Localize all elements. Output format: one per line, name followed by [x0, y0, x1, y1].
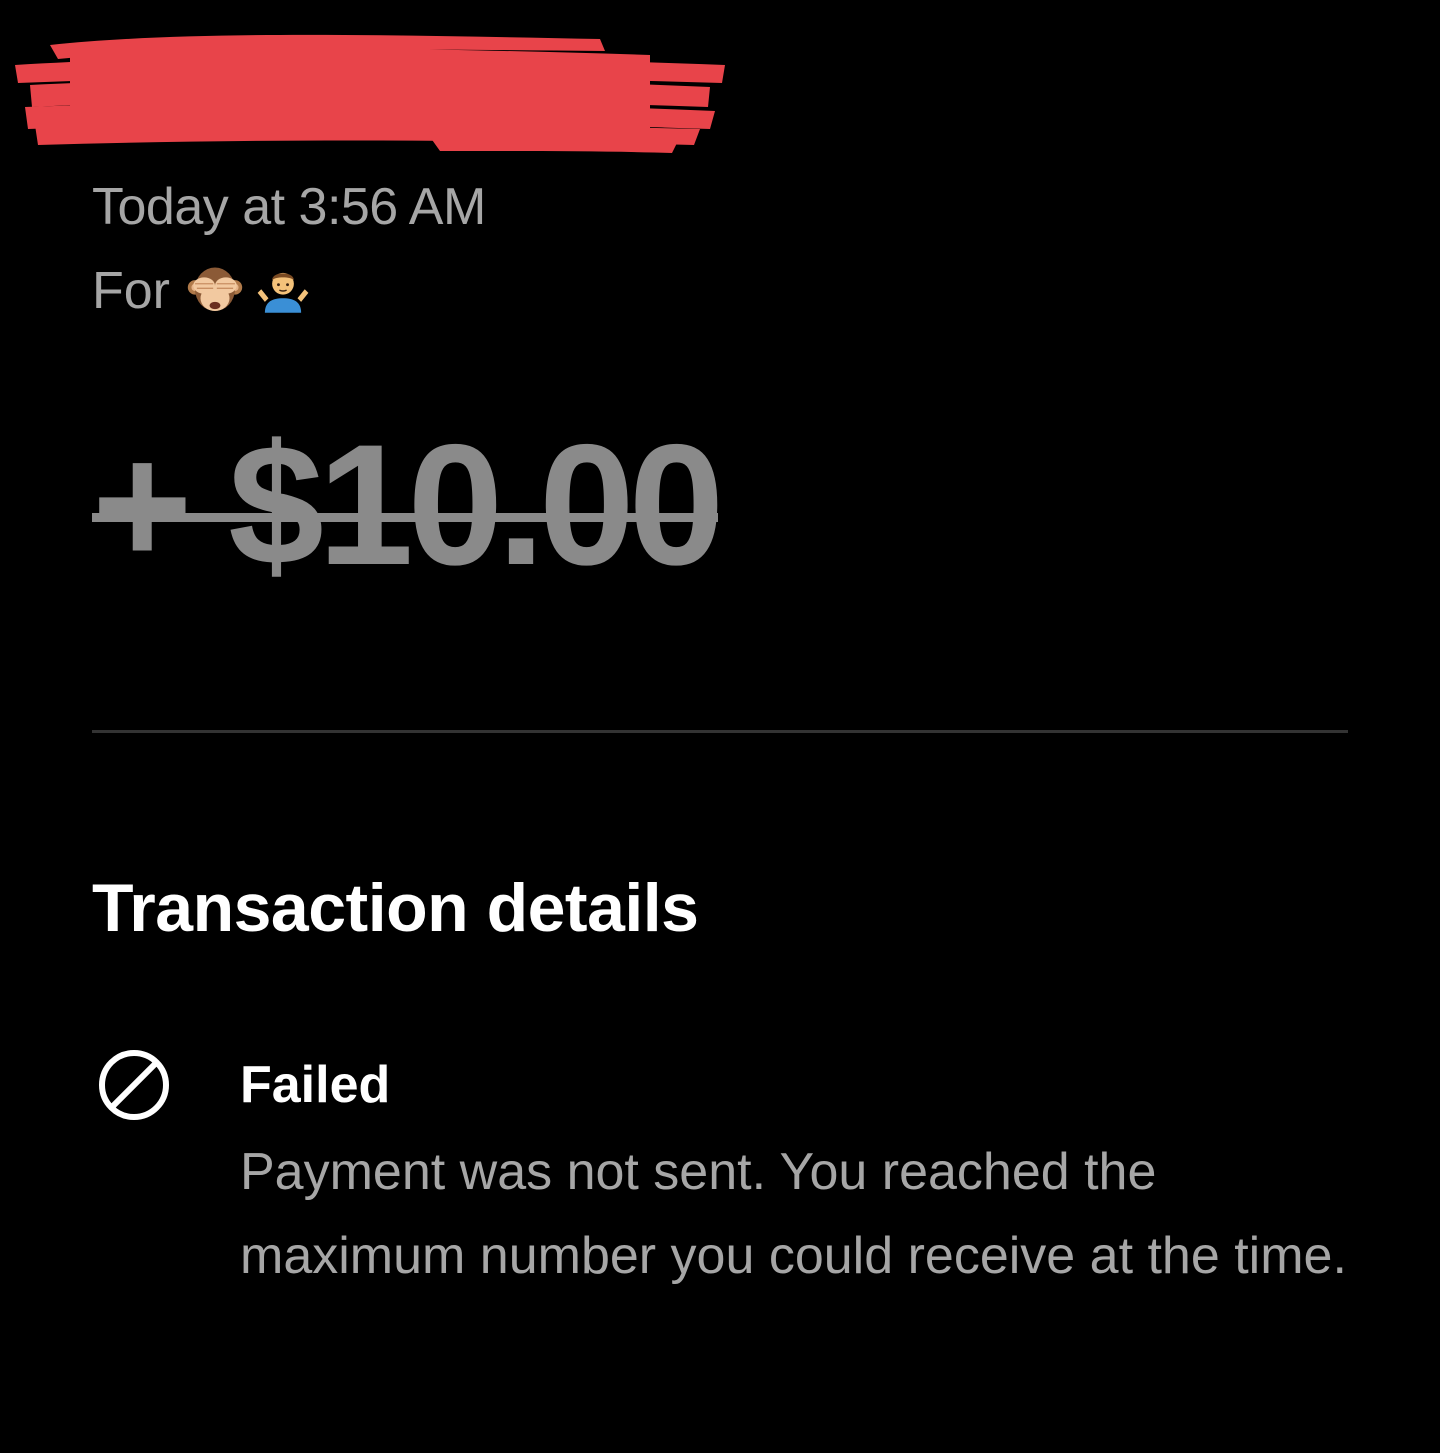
note-emojis — [186, 262, 312, 320]
for-label: For — [92, 262, 170, 320]
see-no-evil-monkey-emoji — [187, 267, 243, 311]
transaction-for-line: For — [92, 260, 992, 322]
transaction-status: Failed Payment was not sent. You reached… — [240, 1054, 1360, 1298]
divider — [92, 730, 1348, 733]
amount-strikethrough — [92, 513, 719, 522]
transaction-amount: + $10.00 — [92, 405, 724, 605]
prohibited-icon — [99, 1050, 169, 1120]
transaction-details-title: Transaction details — [92, 870, 699, 946]
status-label: Failed — [240, 1056, 391, 1114]
status-description: Payment was not sent. You reached the ma… — [240, 1143, 1347, 1285]
amount-value: + $10.00 — [92, 409, 724, 601]
transaction-timestamp: Today at 3:56 AM — [92, 178, 486, 236]
shrugging-man-emoji — [257, 272, 309, 313]
redaction-scribble — [15, 34, 725, 153]
transaction-meta: Today at 3:56 AM For — [92, 176, 992, 322]
